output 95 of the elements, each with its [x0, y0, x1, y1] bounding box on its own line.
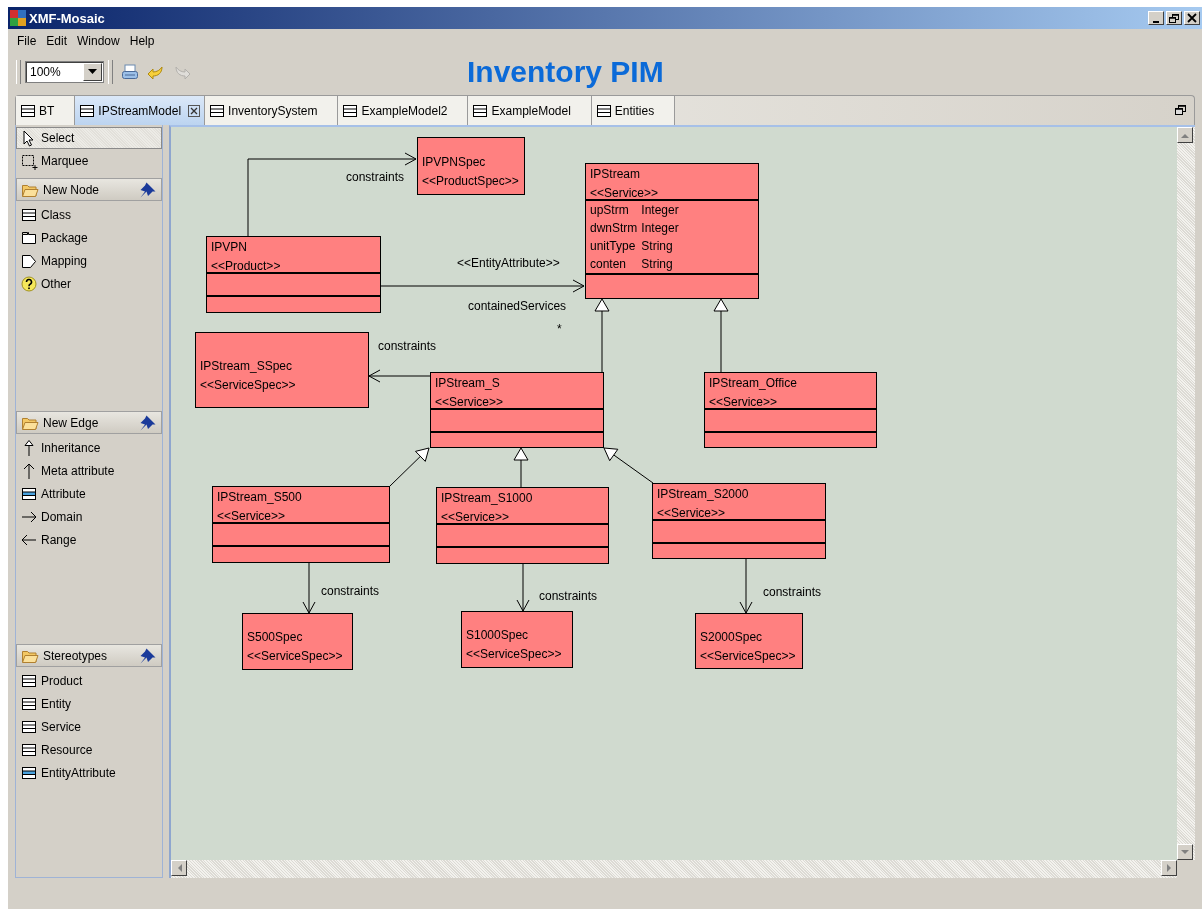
- edge-label: constraints: [378, 339, 437, 353]
- stereotype-label: <<ServiceSpec>>: [700, 648, 797, 663]
- restore-icon: [1168, 12, 1180, 24]
- left-icon: [176, 864, 182, 872]
- palette-item[interactable]: Product: [16, 669, 162, 692]
- stereotype-label: <<Service>>: [709, 395, 779, 409]
- edge-label: containedServices: [468, 299, 567, 313]
- edge-label: constraints: [539, 589, 598, 603]
- editor-tab[interactable]: InventorySystem: [205, 96, 339, 125]
- window-title: XMF-Mosaic: [29, 10, 106, 26]
- stereotype-label: <<Service>>: [590, 186, 660, 200]
- class-name: IPStream_S: [435, 376, 501, 390]
- attribute-type: String: [641, 239, 674, 253]
- class-name: IPStream: [590, 167, 641, 181]
- stereotype-label: <<Service>>: [435, 395, 505, 409]
- palette-item[interactable]: Service: [16, 715, 162, 738]
- attribute-type: Integer: [641, 203, 679, 217]
- up-icon: [1181, 132, 1189, 138]
- class-name: S1000Spec: [466, 628, 530, 642]
- editor-tab[interactable]: BT: [16, 96, 76, 125]
- minimize-icon: [1153, 20, 1159, 23]
- palette-item[interactable]: Package: [16, 226, 162, 249]
- help-icon: [20, 274, 38, 293]
- attribute-name: dwnStrm: [590, 221, 638, 235]
- multiplicity-label: *: [557, 322, 562, 336]
- edge-label: constraints: [346, 170, 405, 184]
- down-icon: [1181, 849, 1189, 855]
- stereotype-label: <<Service>>: [217, 509, 287, 523]
- class-name: IPStream_SSpec: [200, 358, 294, 373]
- attribute-name: conten: [590, 257, 628, 271]
- minimize-button[interactable]: [1148, 11, 1164, 25]
- class-name: IPVPN: [211, 240, 248, 254]
- class-name: IPStream_S500: [217, 490, 303, 504]
- attribute-type: Integer: [641, 221, 679, 235]
- palette-item[interactable]: Meta attribute: [16, 459, 162, 482]
- palette-tool[interactable]: Select: [16, 127, 162, 149]
- maximize-icon[interactable]: [1175, 105, 1186, 116]
- class-name: S2000Spec: [700, 629, 764, 644]
- stereotype-label: <<Service>>: [657, 506, 727, 520]
- palette-item[interactable]: Range: [16, 528, 162, 551]
- drawer-header[interactable]: New Edge: [16, 411, 162, 434]
- drawer-header[interactable]: Stereotypes: [16, 644, 162, 667]
- palette-item[interactable]: EntityAttribute: [16, 761, 162, 784]
- close-icon: [188, 104, 201, 117]
- menu-item[interactable]: Window: [73, 31, 124, 50]
- restore-button[interactable]: [1166, 11, 1182, 25]
- class-name: IPStream_S1000: [441, 491, 534, 505]
- horizontal-scrollbar[interactable]: [171, 860, 1177, 878]
- stereotype-label: <<ProductSpec>>: [422, 173, 520, 188]
- attribute-type: String: [641, 257, 674, 271]
- attribute-name: upStrm: [590, 203, 630, 217]
- vertical-scrollbar[interactable]: [1177, 127, 1195, 860]
- palette-item[interactable]: Attribute: [16, 482, 162, 505]
- stereotype-label: <<Product>>: [211, 259, 282, 273]
- scroll-up-button[interactable]: [1177, 127, 1193, 143]
- zoom-value: 100%: [29, 65, 62, 79]
- print-icon: [121, 63, 139, 81]
- dropdown-icon: [88, 69, 97, 75]
- editor-tab[interactable]: Entities: [591, 96, 676, 125]
- palette-item[interactable]: Other: [16, 272, 162, 295]
- right-icon: [1166, 864, 1172, 872]
- scroll-down-button[interactable]: [1177, 844, 1193, 860]
- class-name: S500Spec: [247, 630, 304, 644]
- editor-tab[interactable]: ExampleModel2: [338, 96, 469, 125]
- stereotype-label: <<ServiceSpec>>: [466, 647, 563, 661]
- menu-item[interactable]: File: [13, 31, 41, 50]
- stereotype-label: <<Service>>: [441, 510, 511, 524]
- class-name: IPVPNSpec: [422, 154, 487, 169]
- edge-label: constraints: [321, 584, 380, 598]
- app-icon: [10, 10, 26, 26]
- zoom-combo[interactable]: 100%: [25, 61, 104, 83]
- palette-item[interactable]: Class: [16, 203, 162, 226]
- palette-item[interactable]: Inheritance: [16, 436, 162, 459]
- close-button[interactable]: [1184, 11, 1200, 25]
- close-icon: [1187, 13, 1197, 23]
- menu-item[interactable]: Edit: [42, 31, 72, 50]
- class-name: IPStream_S2000: [657, 487, 750, 501]
- palette-item[interactable]: Resource: [16, 738, 162, 761]
- stereotype-label: <<EntityAttribute>>: [457, 256, 560, 270]
- page-heading: Inventory PIM: [467, 55, 664, 89]
- palette-item[interactable]: Mapping: [16, 249, 162, 272]
- scroll-left-button[interactable]: [171, 860, 187, 876]
- class-name: IPStream_Office: [709, 376, 798, 390]
- palette-item[interactable]: Entity: [16, 692, 162, 715]
- stereotype-label: <<ServiceSpec>>: [200, 377, 297, 392]
- edge-label: constraints: [763, 585, 822, 599]
- scroll-right-button[interactable]: [1161, 860, 1177, 876]
- stereotype-label: <<ServiceSpec>>: [247, 649, 344, 663]
- editor-tab[interactable]: IPStreamModel: [75, 96, 206, 125]
- palette-item[interactable]: Domain: [16, 505, 162, 528]
- palette-tool[interactable]: Marquee: [16, 149, 162, 172]
- drawer-header[interactable]: New Node: [16, 178, 162, 201]
- editor-tab[interactable]: ExampleModel: [468, 96, 592, 125]
- menu-item[interactable]: Help: [125, 31, 159, 50]
- attribute-name: unitType: [590, 239, 637, 253]
